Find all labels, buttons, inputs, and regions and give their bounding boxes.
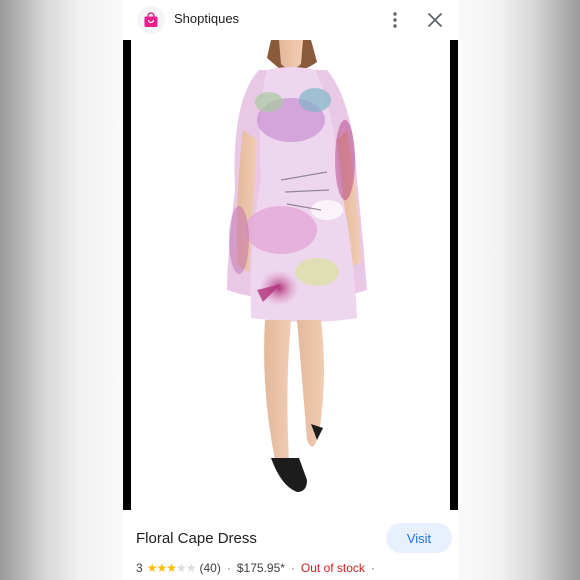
lens-result-panel: Shoptiques Floral Cape Dress Visit 3 ★ ★… — [123, 0, 458, 580]
star-empty-icon: ★ — [185, 561, 197, 575]
visit-button[interactable]: Visit — [386, 523, 452, 553]
close-icon[interactable] — [423, 8, 447, 32]
star-rating: ★ ★ ★ ★ ★ — [146, 561, 197, 575]
product-photo — [131, 40, 450, 510]
separator: · — [226, 561, 231, 575]
star-filled-icon: ★ — [156, 561, 167, 575]
product-title[interactable]: Floral Cape Dress — [136, 530, 257, 547]
price: $175.95* — [236, 561, 285, 575]
star-empty-icon: ★ — [175, 561, 187, 575]
shopping-bag-icon — [137, 6, 165, 34]
separator: · — [290, 561, 295, 575]
stock-status: Out of stock — [300, 561, 365, 575]
review-count: (40) — [199, 561, 221, 575]
separator: · — [370, 561, 375, 575]
header-bar: Shoptiques — [123, 0, 458, 40]
more-vert-icon[interactable] — [385, 8, 405, 32]
product-meta: 3 ★ ★ ★ ★ ★ (40) · $175.95* · Out of sto… — [136, 561, 381, 575]
star-filled-icon: ★ — [146, 561, 158, 575]
star-filled-icon: ★ — [166, 561, 177, 575]
site-name[interactable]: Shoptiques — [174, 11, 239, 26]
product-image[interactable] — [123, 40, 458, 510]
rating-number: 3 — [136, 561, 143, 575]
